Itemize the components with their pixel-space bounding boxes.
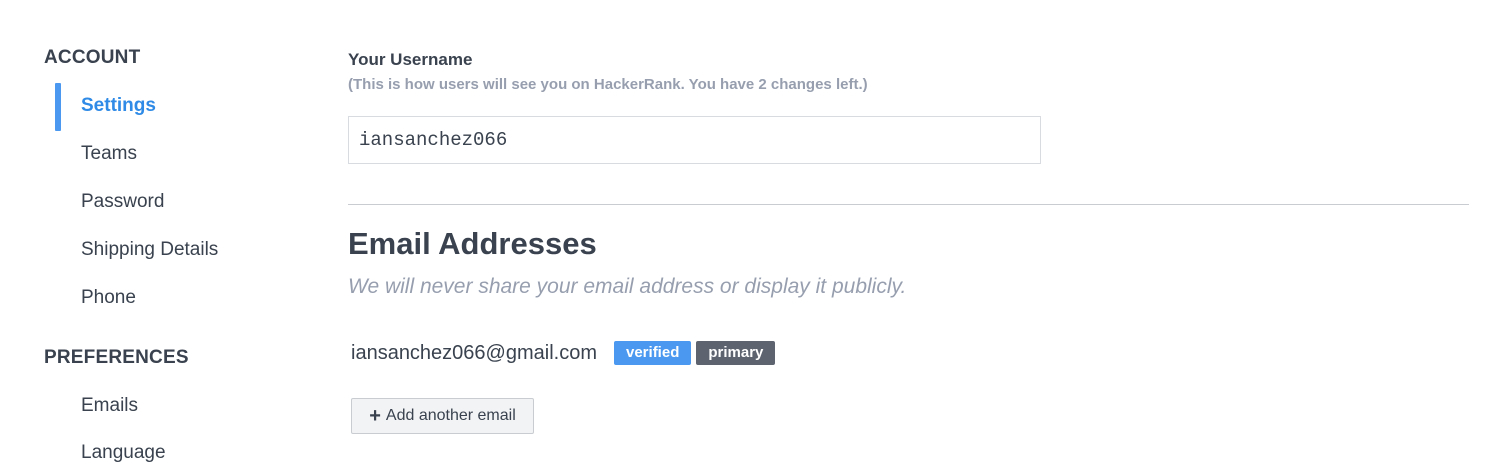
sidebar: ACCOUNT Settings Teams Password Shipping… bbox=[0, 0, 300, 463]
section-divider bbox=[348, 204, 1469, 205]
add-email-button-label: Add another email bbox=[385, 407, 516, 424]
section-title-account: ACCOUNT bbox=[44, 47, 141, 68]
primary-badge: primary bbox=[696, 341, 776, 365]
sidebar-item-password[interactable]: Password bbox=[81, 191, 164, 213]
email-row: iansanchez066@gmail.com verified primary bbox=[351, 340, 780, 366]
sidebar-item-settings[interactable]: Settings bbox=[81, 95, 156, 117]
verified-badge: verified bbox=[614, 341, 692, 365]
email-section-title: Email Addresses bbox=[348, 226, 597, 261]
sidebar-item-teams[interactable]: Teams bbox=[81, 143, 137, 165]
username-label: Your Username bbox=[348, 50, 473, 69]
section-title-preferences: PREFERENCES bbox=[44, 347, 189, 368]
add-email-button[interactable]: + Add another email bbox=[351, 398, 534, 434]
settings-page: ACCOUNT Settings Teams Password Shipping… bbox=[0, 0, 1488, 463]
username-hint: (This is how users will see you on Hacke… bbox=[348, 76, 868, 93]
sidebar-item-shipping-details[interactable]: Shipping Details bbox=[81, 239, 218, 261]
email-address: iansanchez066@gmail.com bbox=[351, 341, 597, 364]
active-indicator bbox=[55, 83, 61, 131]
email-section-subtitle: We will never share your email address o… bbox=[348, 275, 907, 298]
username-input[interactable] bbox=[348, 116, 1041, 164]
sidebar-item-language[interactable]: Language bbox=[81, 442, 166, 463]
sidebar-item-emails[interactable]: Emails bbox=[81, 395, 138, 417]
plus-icon: + bbox=[369, 405, 381, 427]
sidebar-item-phone[interactable]: Phone bbox=[81, 287, 136, 309]
